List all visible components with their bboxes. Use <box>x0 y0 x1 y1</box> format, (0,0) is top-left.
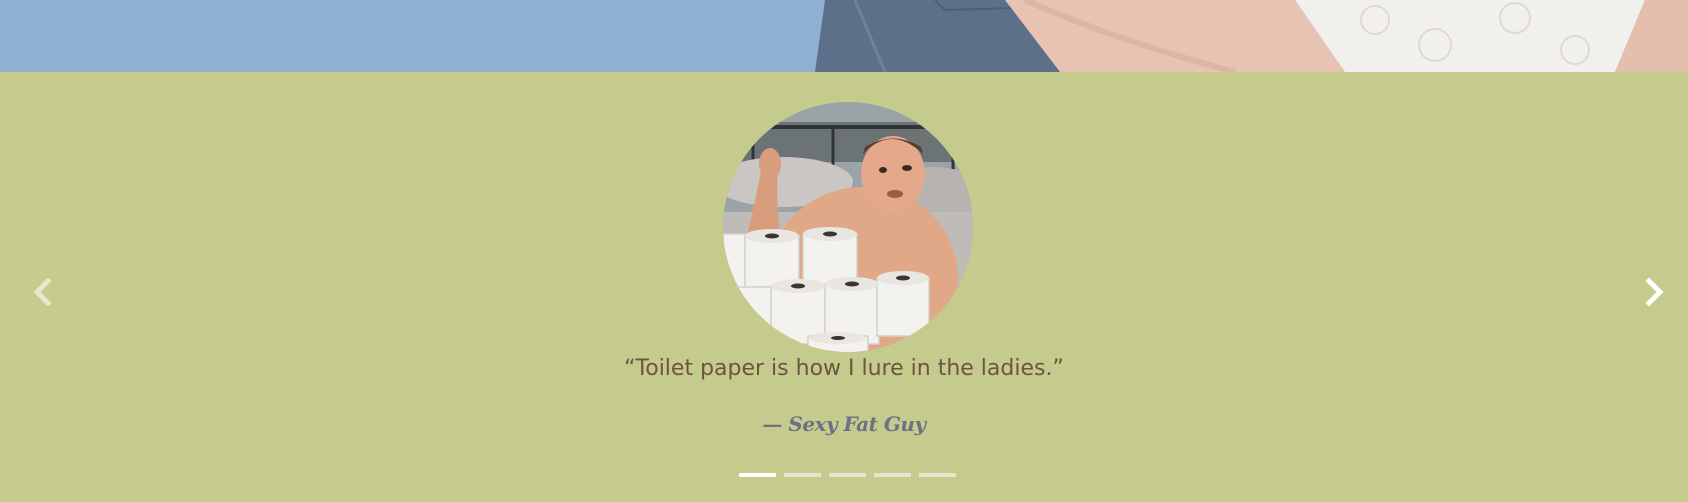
testimonial-avatar <box>723 102 973 352</box>
hero-photo <box>815 0 1688 72</box>
carousel-indicator-4[interactable] <box>874 473 911 477</box>
testimonial-photo <box>723 102 973 352</box>
carousel-indicator-5[interactable] <box>919 473 956 477</box>
carousel-indicators <box>739 473 956 477</box>
carousel-next-button[interactable] <box>1635 272 1675 312</box>
carousel-indicator-1[interactable] <box>739 473 776 477</box>
carousel-indicator-3[interactable] <box>829 473 866 477</box>
chevron-right-icon <box>1645 278 1664 306</box>
hero-banner <box>0 0 1688 72</box>
carousel-prev-button[interactable] <box>22 272 62 312</box>
page: “Toilet paper is how I lure in the ladie… <box>0 0 1688 502</box>
testimonial-carousel: “Toilet paper is how I lure in the ladie… <box>0 72 1688 502</box>
testimonial-quote: “Toilet paper is how I lure in the ladie… <box>624 356 1064 381</box>
testimonial-author: — Sexy Fat Guy <box>762 412 926 436</box>
chevron-left-icon <box>33 278 52 306</box>
carousel-indicator-2[interactable] <box>784 473 821 477</box>
